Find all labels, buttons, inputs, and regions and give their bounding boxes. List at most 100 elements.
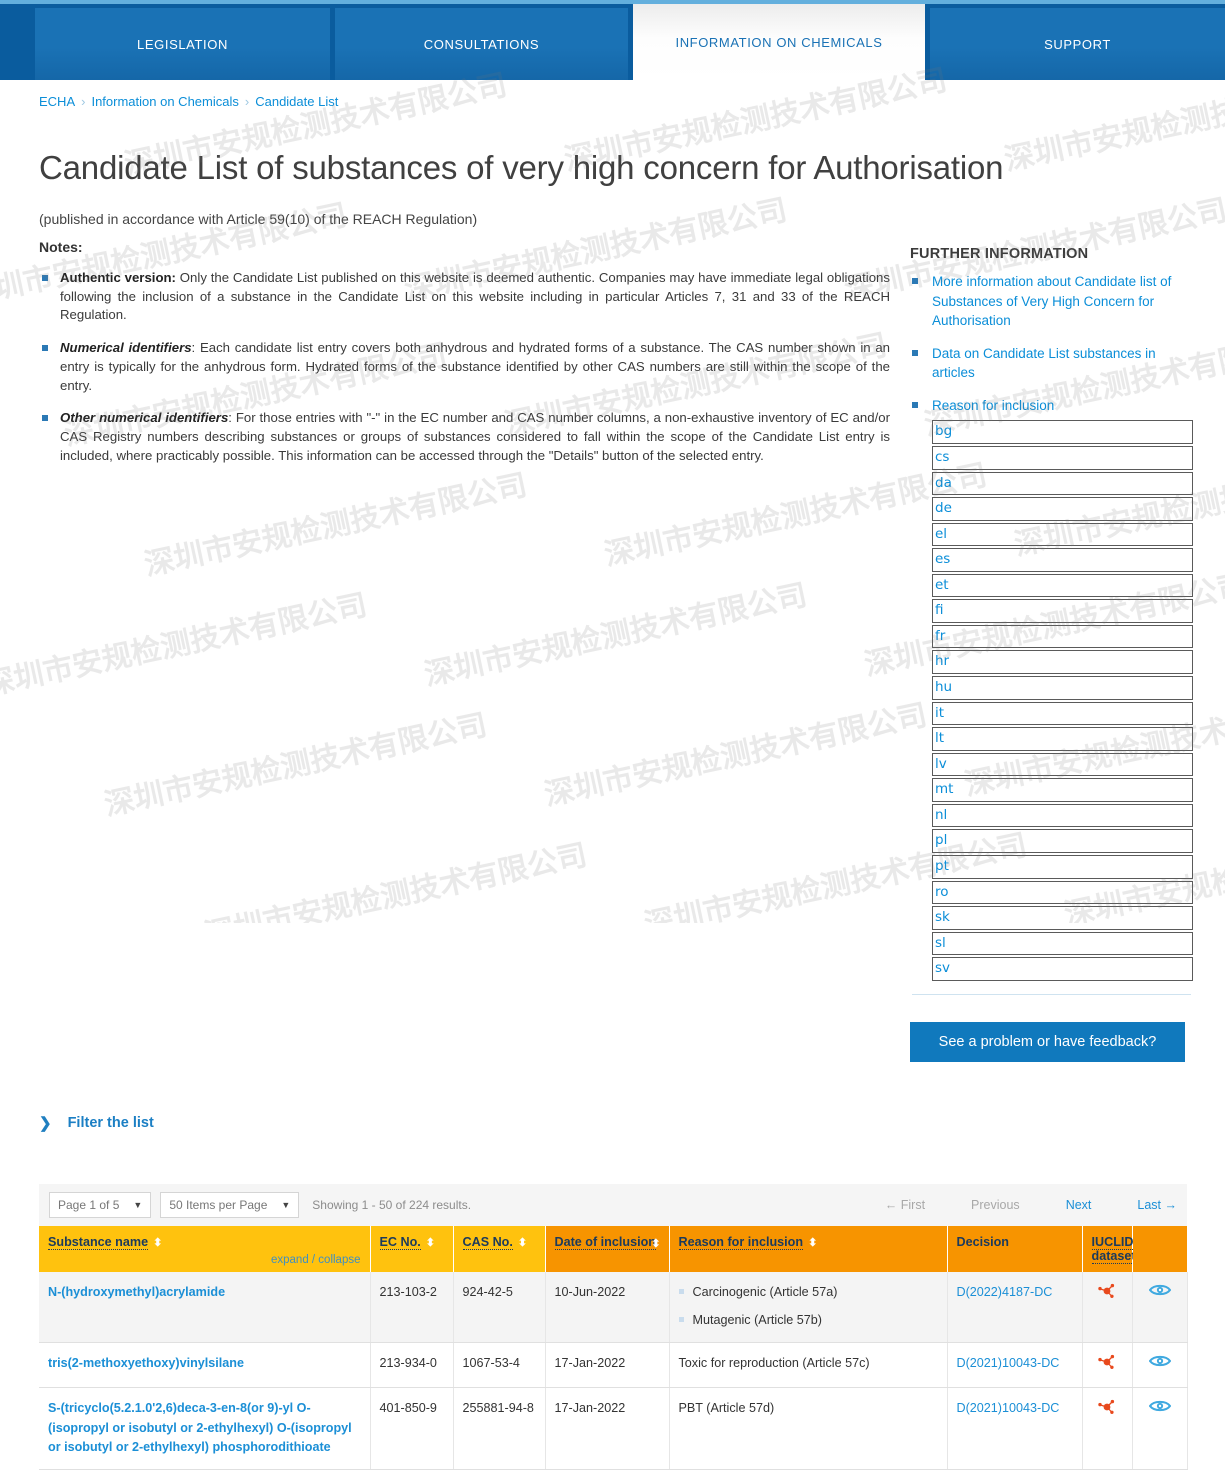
language-link-hr[interactable]: hr	[932, 650, 1193, 674]
results-count-label: Showing 1 - 50 of 224 results.	[312, 1197, 472, 1212]
chevron-down-icon: ▼	[133, 1199, 143, 1210]
cell-iuclid-dataset	[1082, 1387, 1133, 1470]
language-link-mt[interactable]: mt	[932, 778, 1193, 802]
language-link-et[interactable]: et	[932, 573, 1193, 598]
breadcrumb-item-information-on-chemicals[interactable]: Information on Chemicals	[91, 94, 238, 109]
substance-name-link[interactable]: N-(hydroxymethyl)acrylamide	[48, 1285, 225, 1299]
language-link-sl[interactable]: sl	[932, 931, 1193, 956]
language-link-lv[interactable]: lv	[932, 752, 1193, 777]
cell-ec-no: 401-850-9	[370, 1387, 454, 1470]
link-more-information-candidate-list[interactable]: More information about Candidate list of…	[932, 272, 1195, 331]
language-link-da[interactable]: da	[932, 471, 1193, 496]
further-information-column: FURTHER INFORMATION More information abo…	[900, 239, 1195, 1062]
nav-tab-support[interactable]: SUPPORT	[930, 8, 1225, 80]
note-item-numerical-identifiers: Numerical identifiers: Each candidate li…	[30, 339, 900, 395]
notes-column: Notes: Authentic version: Only the Candi…	[0, 239, 900, 1062]
page-select-value: Page 1 of 5	[58, 1197, 120, 1212]
column-header-cas-no[interactable]: CAS No. ⬍	[453, 1225, 546, 1272]
expand-collapse-toggle[interactable]: expand / collapse	[271, 1254, 361, 1266]
main-navigation: LEGISLATION CONSULTATIONS INFORMATION ON…	[0, 4, 1225, 80]
column-header-date-of-inclusion[interactable]: Date of inclusion ⬍	[545, 1225, 670, 1272]
breadcrumb-separator: ›	[244, 94, 250, 109]
molecule-icon[interactable]	[1097, 1354, 1117, 1373]
further-info-item-reason-for-inclusion: Reason for inclusion bg cs da de el es et fi fr h…	[910, 396, 1195, 981]
pagination-next[interactable]: Next	[1066, 1198, 1092, 1212]
feedback-button[interactable]: See a problem or have feedback?	[910, 1021, 1185, 1062]
cell-view-action	[1132, 1342, 1188, 1389]
note-lead: Authentic version:	[60, 270, 176, 285]
sort-icon[interactable]: ⬍	[808, 1237, 817, 1249]
eye-icon[interactable]	[1148, 1355, 1171, 1371]
eye-icon[interactable]	[1148, 1284, 1171, 1300]
breadcrumb-item-candidate-list[interactable]: Candidate List	[255, 94, 338, 109]
note-item-other-numerical-identifiers: Other numerical identifiers: For those e…	[30, 409, 900, 465]
cell-cas-no: 1067-53-4	[453, 1342, 546, 1389]
link-data-candidate-list-articles[interactable]: Data on Candidate List substances in art…	[932, 344, 1195, 383]
cell-decision: D(2021)10043-DC	[947, 1342, 1083, 1389]
sort-icon[interactable]: ⬍	[518, 1237, 527, 1249]
sort-icon[interactable]: ⬍	[153, 1237, 162, 1249]
filter-the-list-toggle[interactable]: ❯ Filter the list	[39, 1114, 1225, 1132]
pagination-bar: Page 1 of 5 ▼ 50 Items per Page ▼ Showin…	[39, 1183, 1187, 1226]
pagination-previous: Previous	[971, 1197, 1020, 1212]
language-link-bg[interactable]: bg	[932, 420, 1193, 444]
language-link-sk[interactable]: sk	[932, 906, 1193, 930]
decision-link[interactable]: D(2021)10043-DC	[957, 1401, 1060, 1415]
column-header-iuclid-dataset: IUCLID dataset	[1082, 1225, 1136, 1272]
language-link-hu[interactable]: hu	[932, 676, 1193, 700]
column-header-ec-no[interactable]: EC No. ⬍	[370, 1225, 454, 1272]
page-select[interactable]: Page 1 of 5 ▼	[49, 1191, 152, 1218]
eye-icon[interactable]	[1148, 1401, 1171, 1416]
nav-tab-consultations[interactable]: CONSULTATIONS	[335, 8, 628, 80]
language-link-es[interactable]: es	[932, 548, 1193, 572]
chevron-right-icon: ❯	[39, 1114, 52, 1132]
table-row: N-(hydroxymethyl)acrylamide 213-103-2 92…	[39, 1271, 1188, 1343]
items-per-page-select[interactable]: 50 Items per Page ▼	[160, 1191, 300, 1218]
table-row: tris(2-methoxyethoxy)vinylsilane 213-934…	[39, 1342, 1188, 1389]
column-header-label: Date of inclusion	[554, 1234, 656, 1250]
column-header-label: EC No.	[379, 1234, 421, 1250]
reason-list: Carcinogenic (Article 57a) Mutagenic (Ar…	[678, 1283, 938, 1331]
language-link-pt[interactable]: pt	[932, 854, 1193, 879]
molecule-icon[interactable]	[1097, 1283, 1117, 1302]
cell-reason-for-inclusion: PBT (Article 57d)	[669, 1387, 948, 1470]
language-link-cs[interactable]: cs	[932, 445, 1193, 470]
molecule-icon[interactable]	[1097, 1400, 1117, 1418]
sort-icon[interactable]: ⬍	[651, 1237, 660, 1250]
pagination-last[interactable]: Last →	[1137, 1198, 1177, 1212]
cell-ec-no: 213-103-2	[370, 1271, 454, 1343]
column-header-label: Substance name	[48, 1234, 149, 1250]
substance-name-link[interactable]: tris(2-methoxyethoxy)vinylsilane	[48, 1356, 244, 1370]
cell-date-of-inclusion: 17-Jan-2022	[545, 1387, 670, 1470]
column-header-substance-name[interactable]: Substance name ⬍ expand / collapse	[39, 1225, 371, 1272]
language-link-it[interactable]: it	[932, 701, 1193, 726]
cell-reason-for-inclusion: Toxic for reproduction (Article 57c)	[669, 1342, 948, 1389]
cell-decision: D(2021)10043-DC	[947, 1387, 1083, 1470]
column-header-label: Reason for inclusion	[678, 1234, 804, 1250]
decision-link[interactable]: D(2021)10043-DC	[957, 1356, 1060, 1370]
language-link-pl[interactable]: pl	[932, 829, 1193, 853]
nav-tab-legislation[interactable]: LEGISLATION	[35, 8, 330, 80]
note-text: Only the Candidate List published on thi…	[60, 270, 890, 323]
substance-name-link[interactable]: S-(tricyclo(5.2.1.0'2,6)deca-3-en-8(or 9…	[48, 1401, 352, 1454]
breadcrumb-item-echa[interactable]: ECHA	[39, 94, 75, 109]
language-link-lt[interactable]: lt	[932, 727, 1193, 751]
language-link-nl[interactable]: nl	[932, 803, 1193, 828]
language-link-fi[interactable]: fi	[932, 599, 1193, 623]
language-link-el[interactable]: el	[932, 522, 1193, 547]
cell-cas-no: 924-42-5	[453, 1271, 546, 1343]
divider	[912, 993, 1191, 995]
decision-link[interactable]: D(2022)4187-DC	[957, 1285, 1053, 1299]
language-link-sv[interactable]: sv	[932, 957, 1193, 981]
pagination-links: ← First Previous Next Last →	[839, 1198, 1177, 1212]
language-link-ro[interactable]: ro	[932, 880, 1193, 905]
language-link-fr[interactable]: fr	[932, 624, 1193, 649]
column-header-reason-for-inclusion[interactable]: Reason for inclusion ⬍	[669, 1225, 948, 1272]
link-reason-for-inclusion[interactable]: Reason for inclusion	[932, 396, 1195, 416]
breadcrumb-separator: ›	[81, 94, 86, 109]
table-row: S-(tricyclo(5.2.1.0'2,6)deca-3-en-8(or 9…	[39, 1387, 1188, 1470]
language-link-de[interactable]: de	[932, 497, 1193, 521]
nav-tab-information-on-chemicals[interactable]: INFORMATION ON CHEMICALS	[633, 4, 925, 80]
column-header-label: Decision	[956, 1234, 1010, 1249]
sort-icon[interactable]: ⬍	[426, 1237, 435, 1249]
